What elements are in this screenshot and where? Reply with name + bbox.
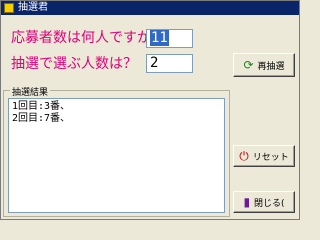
- reset-icon: ⏻: [239, 149, 249, 163]
- applicant-count-input[interactable]: 11: [146, 29, 193, 48]
- winner-count-label: 抽選で選ぶ人数は？: [11, 56, 137, 72]
- door-icon: ▮: [243, 195, 251, 209]
- applicant-count-label: 応募者数は何人ですか？: [11, 30, 165, 46]
- app-icon: [4, 3, 14, 13]
- reset-button[interactable]: ⏻ リセット: [233, 145, 295, 167]
- close-button-label: 閉じる(: [254, 198, 285, 209]
- result-line: 1回目:3番、: [12, 101, 71, 112]
- app-window: 抽選君 応募者数は何人ですか？ 11 抽選で選ぶ人数は？ 2 ⟳ 再抽選 抽選結…: [0, 0, 300, 220]
- redraw-button-label: 再抽選: [257, 61, 285, 72]
- winner-count-input[interactable]: 2: [146, 54, 193, 73]
- applicant-count-value: 11: [150, 30, 169, 46]
- redraw-button[interactable]: ⟳ 再抽選: [233, 53, 295, 77]
- title-bar[interactable]: 抽選君: [1, 1, 299, 15]
- refresh-icon: ⟳: [243, 58, 254, 72]
- result-line: 2回目:7番、: [12, 113, 71, 124]
- results-legend: 抽選結果: [10, 85, 51, 98]
- reset-button-label: リセット: [252, 152, 289, 163]
- results-textarea[interactable]: 1回目:3番、 2回目:7番、: [8, 98, 225, 213]
- results-group: 抽選結果 1回目:3番、 2回目:7番、: [3, 85, 230, 217]
- window-title: 抽選君: [18, 2, 48, 13]
- close-button[interactable]: ▮ 閉じる(: [233, 191, 295, 213]
